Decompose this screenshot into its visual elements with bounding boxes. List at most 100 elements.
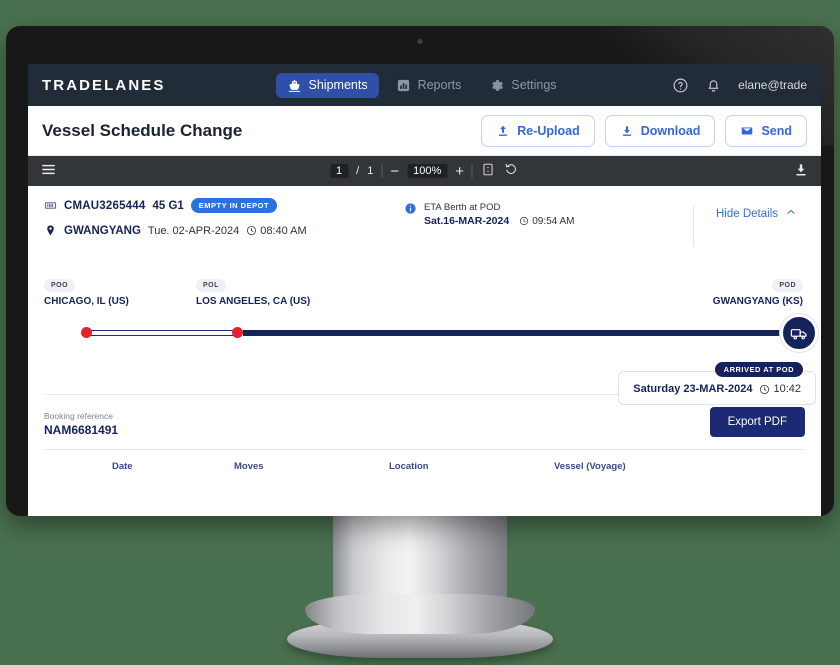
location-time: 08:40 AM — [260, 224, 307, 237]
eta-date: Sat.16-MAR-2024 — [424, 215, 510, 227]
page-header: Vessel Schedule Change Re-Upload Downloa… — [28, 106, 821, 156]
clock-icon — [247, 225, 257, 236]
nav-item-reports[interactable]: Reports — [385, 73, 473, 98]
webcam-icon — [417, 39, 423, 44]
shipment-timeline: POO CHICAGO, IL (US) POL LOS ANGELES, CA… — [28, 274, 821, 405]
timeline-dot-poo — [81, 327, 92, 338]
upload-icon — [496, 124, 510, 138]
page-bottom-edge — [28, 512, 821, 516]
vertical-divider — [693, 206, 694, 246]
chevron-up-icon — [785, 206, 797, 221]
button-label: Download — [640, 123, 701, 138]
location-time-group: 08:40 AM — [246, 224, 307, 237]
location-name: GWANGYANG — [64, 224, 141, 237]
booking-reference-group: Booking reference NAM6681491 — [44, 411, 118, 437]
pdf-toolbar: 1 / 1 − 100% + — [28, 156, 821, 186]
user-email-label[interactable]: elane@trade — [738, 78, 807, 92]
export-pdf-button[interactable]: Export PDF — [709, 407, 805, 437]
truck-icon — [780, 314, 818, 352]
timeline-segment-ocean — [243, 330, 793, 336]
timeline-city: LOS ANGELES, CA (US) — [196, 296, 311, 307]
pdf-page: CMAU3265444 45 G1 EMPTY IN DEPOT GWANGYA… — [28, 186, 821, 516]
nav-item-shipments[interactable]: Shipments — [275, 72, 379, 98]
clock-icon — [760, 384, 770, 394]
timeline-city: CHICAGO, IL (US) — [44, 296, 129, 307]
booking-reference-label: Booking reference — [44, 411, 113, 421]
info-circle-icon — [404, 202, 417, 215]
pdf-download-icon[interactable] — [793, 162, 809, 181]
nav-item-settings[interactable]: Settings — [478, 73, 567, 98]
hide-details-button[interactable]: Hide Details — [716, 206, 797, 221]
container-icon — [44, 199, 57, 212]
monitor-stand-neck — [305, 508, 535, 634]
send-button[interactable]: Send — [725, 114, 807, 147]
container-type: 45 G1 — [152, 199, 184, 212]
hamburger-menu-icon[interactable] — [40, 161, 57, 181]
nav-item-label: Reports — [417, 78, 462, 92]
nav-item-label: Settings — [511, 78, 557, 92]
clock-icon — [520, 216, 529, 226]
brand-logo: TRADELANES — [42, 76, 166, 94]
timeline-tag: POD — [772, 279, 803, 292]
total-pages-label: 1 — [367, 165, 374, 177]
nav-right-group: elane@trade — [672, 77, 807, 94]
column-header-moves: Moves — [234, 461, 264, 472]
button-label: Send — [761, 123, 792, 138]
pdf-document-area: CMAU3265444 45 G1 EMPTY IN DEPOT GWANGYA… — [28, 186, 821, 516]
rotate-icon[interactable] — [504, 162, 519, 180]
download-icon — [620, 124, 634, 138]
container-summary: CMAU3265444 45 G1 EMPTY IN DEPOT GWANGYA… — [44, 198, 404, 248]
eta-time: 09:54 AM — [532, 215, 575, 227]
arrived-time: 10:42 — [773, 383, 801, 395]
details-toggle-area: Hide Details — [693, 198, 805, 248]
monitor-body: TRADELANES Shipments Reports Settings el… — [6, 26, 834, 516]
ship-icon — [287, 78, 302, 93]
download-button[interactable]: Download — [604, 114, 716, 147]
location-row: GWANGYANG Tue. 02-APR-2024 08:40 AM — [44, 224, 404, 237]
screen: TRADELANES Shipments Reports Settings el… — [28, 64, 821, 516]
column-header-location: Location — [389, 461, 429, 472]
fit-page-icon[interactable] — [481, 162, 496, 180]
eta-time-group: 09:54 AM — [519, 216, 574, 227]
app-navbar: TRADELANES Shipments Reports Settings el… — [28, 64, 821, 106]
column-header-vessel: Vessel (Voyage) — [554, 461, 626, 472]
eta-text-group: ETA Berth at POD Sat.16-MAR-2024 09:54 A… — [424, 202, 574, 227]
zoom-level-label[interactable]: 100% — [407, 164, 448, 178]
page-number-input[interactable]: 1 — [330, 164, 349, 178]
zoom-in-button[interactable]: + — [455, 164, 464, 179]
help-circle-icon[interactable] — [672, 77, 689, 94]
envelope-icon — [740, 124, 754, 138]
arrived-time-group: 10:42 — [759, 383, 801, 395]
nav-item-label: Shipments — [308, 78, 368, 92]
eta-label: ETA Berth at POD — [424, 202, 501, 213]
timeline-node-pod: POD GWANGYANG (KS) — [713, 274, 803, 307]
timeline-tag: POL — [196, 279, 226, 292]
hide-details-label: Hide Details — [716, 207, 778, 220]
nav-items: Shipments Reports Settings — [275, 72, 568, 98]
bar-chart-icon — [396, 78, 411, 93]
zoom-out-button[interactable]: − — [390, 164, 399, 179]
timeline-city: GWANGYANG (KS) — [712, 296, 803, 307]
timeline-node-pol: POL LOS ANGELES, CA (US) — [196, 274, 310, 307]
status-badge: EMPTY IN DEPOT — [190, 198, 278, 213]
location-date: Tue. 02-APR-2024 — [147, 224, 240, 237]
booking-reference-value: NAM6681491 — [44, 423, 119, 437]
arrived-status-badge: ARRIVED AT POD — [714, 362, 803, 377]
container-id: CMAU3265444 — [64, 199, 146, 212]
map-pin-icon — [44, 224, 57, 237]
page-separator: / — [356, 165, 360, 177]
events-table-header: Date Moves Location Vessel (Voyage) — [28, 450, 821, 472]
page-title: Vessel Schedule Change — [42, 120, 243, 140]
arrived-date: Saturday 23-MAR-2024 — [633, 383, 753, 395]
column-header-date: Date — [112, 461, 133, 472]
eta-block: ETA Berth at POD Sat.16-MAR-2024 09:54 A… — [404, 198, 574, 248]
eta-datetime-row: Sat.16-MAR-2024 09:54 AM — [424, 215, 574, 227]
header-actions: Re-Upload Download Send — [481, 114, 807, 147]
toolbar-divider — [471, 164, 473, 178]
gear-icon — [489, 78, 504, 93]
re-upload-button[interactable]: Re-Upload — [481, 114, 595, 147]
toolbar-divider — [381, 164, 383, 178]
bell-icon[interactable] — [705, 77, 722, 94]
pdf-toolbar-center: 1 / 1 − 100% + — [330, 162, 519, 180]
button-label: Re-Upload — [517, 123, 580, 138]
